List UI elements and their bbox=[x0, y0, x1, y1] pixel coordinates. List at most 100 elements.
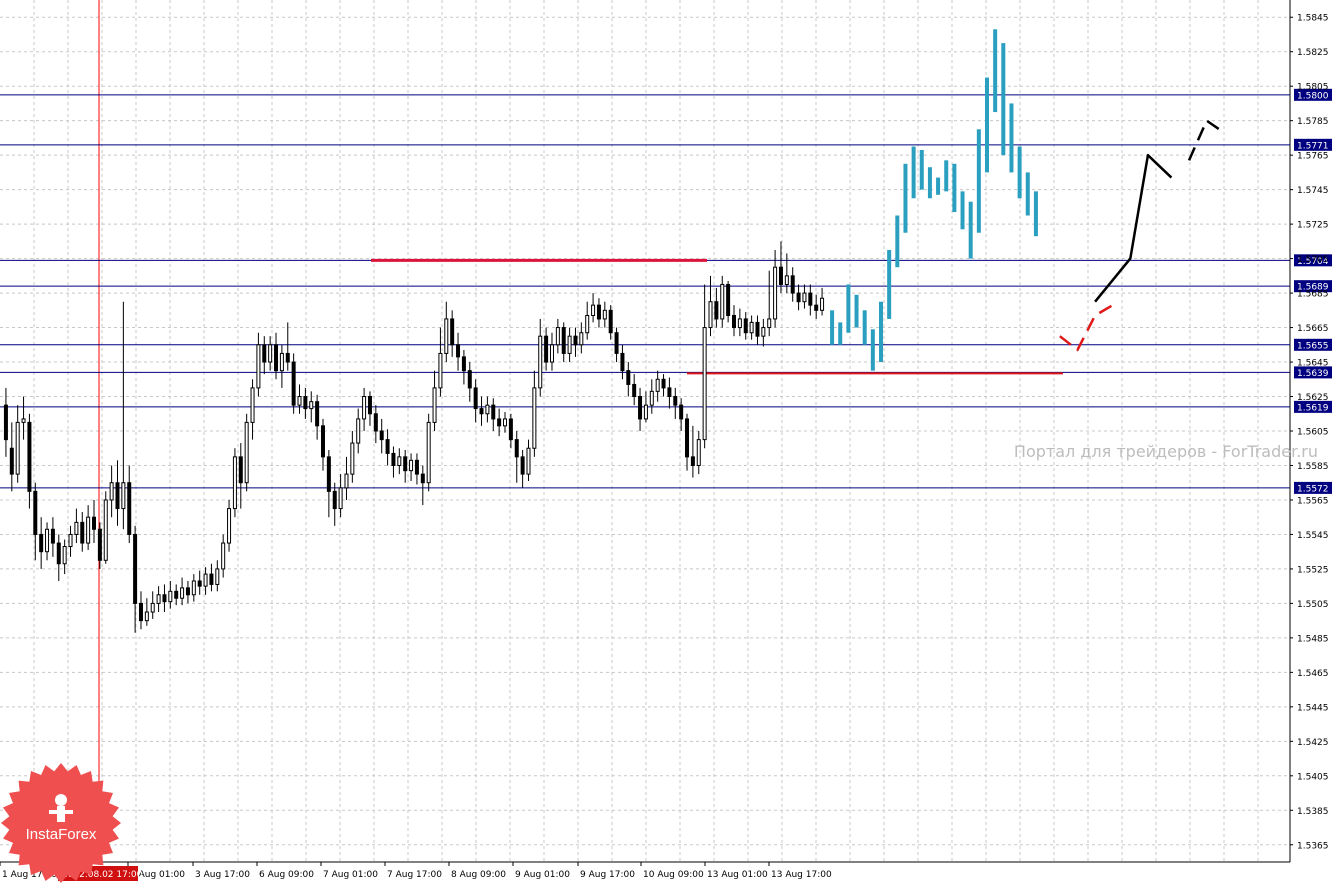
level-tag-label: 1.5572 bbox=[1297, 484, 1329, 494]
candle-body bbox=[790, 275, 795, 294]
candle-body bbox=[532, 387, 537, 449]
candle-body bbox=[726, 283, 731, 316]
candle-body bbox=[608, 309, 613, 334]
y-tick-label: 1.5585 bbox=[1297, 462, 1329, 472]
candle-body bbox=[690, 456, 695, 466]
candle-body bbox=[549, 344, 554, 363]
forecast-bar bbox=[887, 249, 892, 319]
candle-body bbox=[591, 304, 596, 316]
candle-body bbox=[620, 352, 625, 372]
candle-body bbox=[673, 396, 678, 406]
candle-body bbox=[232, 456, 237, 510]
candle-body bbox=[291, 361, 296, 406]
candle-body bbox=[315, 401, 320, 427]
candle-body bbox=[367, 396, 372, 415]
candle-body bbox=[485, 404, 490, 415]
candle-body bbox=[743, 318, 748, 334]
candle-body bbox=[503, 418, 508, 427]
candle-body bbox=[538, 335, 543, 389]
candle-body bbox=[74, 521, 79, 535]
forecast-bar bbox=[830, 310, 835, 345]
candle-body bbox=[86, 516, 91, 544]
x-tick-label: 9 Aug 17:00 bbox=[580, 870, 635, 880]
candle-body bbox=[432, 387, 437, 423]
candle-body bbox=[45, 528, 50, 553]
candle-body bbox=[544, 335, 549, 363]
candle-body bbox=[714, 301, 719, 320]
candle-body bbox=[708, 301, 713, 329]
level-tag-label: 1.5639 bbox=[1297, 369, 1329, 379]
candle-body bbox=[133, 533, 138, 604]
candle-body bbox=[162, 594, 167, 603]
candle-body bbox=[426, 421, 431, 484]
candle-body bbox=[731, 314, 736, 329]
forecast-bar bbox=[1025, 172, 1030, 216]
candle-body bbox=[332, 490, 337, 510]
y-tick-label: 1.5605 bbox=[1297, 428, 1329, 438]
candle-body bbox=[80, 521, 85, 544]
y-tick-label: 1.5505 bbox=[1297, 600, 1329, 610]
candle-body bbox=[156, 594, 161, 604]
candle-body bbox=[614, 332, 619, 354]
candle-body bbox=[602, 309, 607, 320]
candle-body bbox=[526, 447, 531, 475]
candle-body bbox=[661, 378, 666, 389]
candle-body bbox=[15, 421, 20, 475]
x-tick-label: 3 Aug 17:00 bbox=[195, 870, 250, 880]
candle-body bbox=[773, 266, 778, 320]
x-tick-label: 13 Aug 01:00 bbox=[707, 870, 768, 880]
candle-body bbox=[385, 439, 390, 454]
level-tag-label: 1.5655 bbox=[1297, 341, 1329, 351]
candle-body bbox=[274, 344, 279, 372]
forecast-bar bbox=[895, 215, 900, 268]
y-tick-label: 1.5425 bbox=[1297, 738, 1329, 748]
candle-body bbox=[784, 275, 789, 285]
candle-body bbox=[56, 542, 61, 565]
candle-body bbox=[3, 404, 8, 441]
candle-body bbox=[456, 344, 461, 358]
candle-body bbox=[655, 378, 660, 392]
candle-body bbox=[244, 421, 249, 484]
candle-body bbox=[127, 482, 132, 535]
price-chart[interactable]: 1.58001.57711.57041.56891.56551.56391.56… bbox=[0, 0, 1335, 883]
candle-body bbox=[438, 352, 443, 389]
forecast-bar bbox=[927, 167, 932, 199]
candle-body bbox=[174, 590, 179, 599]
y-tick-label: 1.5665 bbox=[1297, 324, 1329, 334]
forecast-bar bbox=[993, 29, 998, 113]
candle-body bbox=[626, 370, 631, 385]
watermark-text: Портал для трейдеров - ForTrader.ru bbox=[1014, 442, 1318, 461]
candle-body bbox=[262, 344, 267, 363]
candle-body bbox=[215, 568, 220, 585]
y-tick-label: 1.5445 bbox=[1297, 703, 1329, 713]
candle-body bbox=[420, 473, 425, 484]
forecast-bar bbox=[1009, 103, 1014, 173]
y-tick-label: 1.5465 bbox=[1297, 669, 1329, 679]
candle-body bbox=[397, 456, 402, 466]
forecast-bar bbox=[1017, 146, 1022, 199]
forecast-bar bbox=[879, 301, 883, 363]
forecast-bar bbox=[846, 284, 851, 333]
candle-body bbox=[767, 318, 772, 329]
y-tick-label: 1.5805 bbox=[1297, 83, 1329, 93]
candle-body bbox=[97, 528, 102, 561]
forecast-bar bbox=[1033, 191, 1038, 237]
candle-body bbox=[297, 396, 302, 406]
candle-body bbox=[667, 387, 672, 398]
candle-body bbox=[39, 533, 44, 553]
candle-body bbox=[814, 304, 819, 311]
forecast-bar bbox=[919, 149, 924, 190]
candle-body bbox=[479, 408, 484, 415]
candle-body bbox=[561, 327, 566, 354]
x-tick-label: 9 Aug 01:00 bbox=[515, 870, 570, 880]
forecast-bar bbox=[1001, 43, 1006, 156]
y-tick-label: 1.5385 bbox=[1297, 807, 1329, 817]
candle-body bbox=[403, 456, 408, 472]
y-tick-label: 1.5705 bbox=[1297, 255, 1329, 265]
candle-body bbox=[596, 304, 601, 320]
x-tick-label: 7 Aug 01:00 bbox=[323, 870, 378, 880]
forecast-bar bbox=[911, 146, 916, 199]
candle-body bbox=[68, 533, 73, 548]
x-tick-label: 7 Aug 17:00 bbox=[387, 870, 442, 880]
candle-body bbox=[326, 456, 331, 492]
